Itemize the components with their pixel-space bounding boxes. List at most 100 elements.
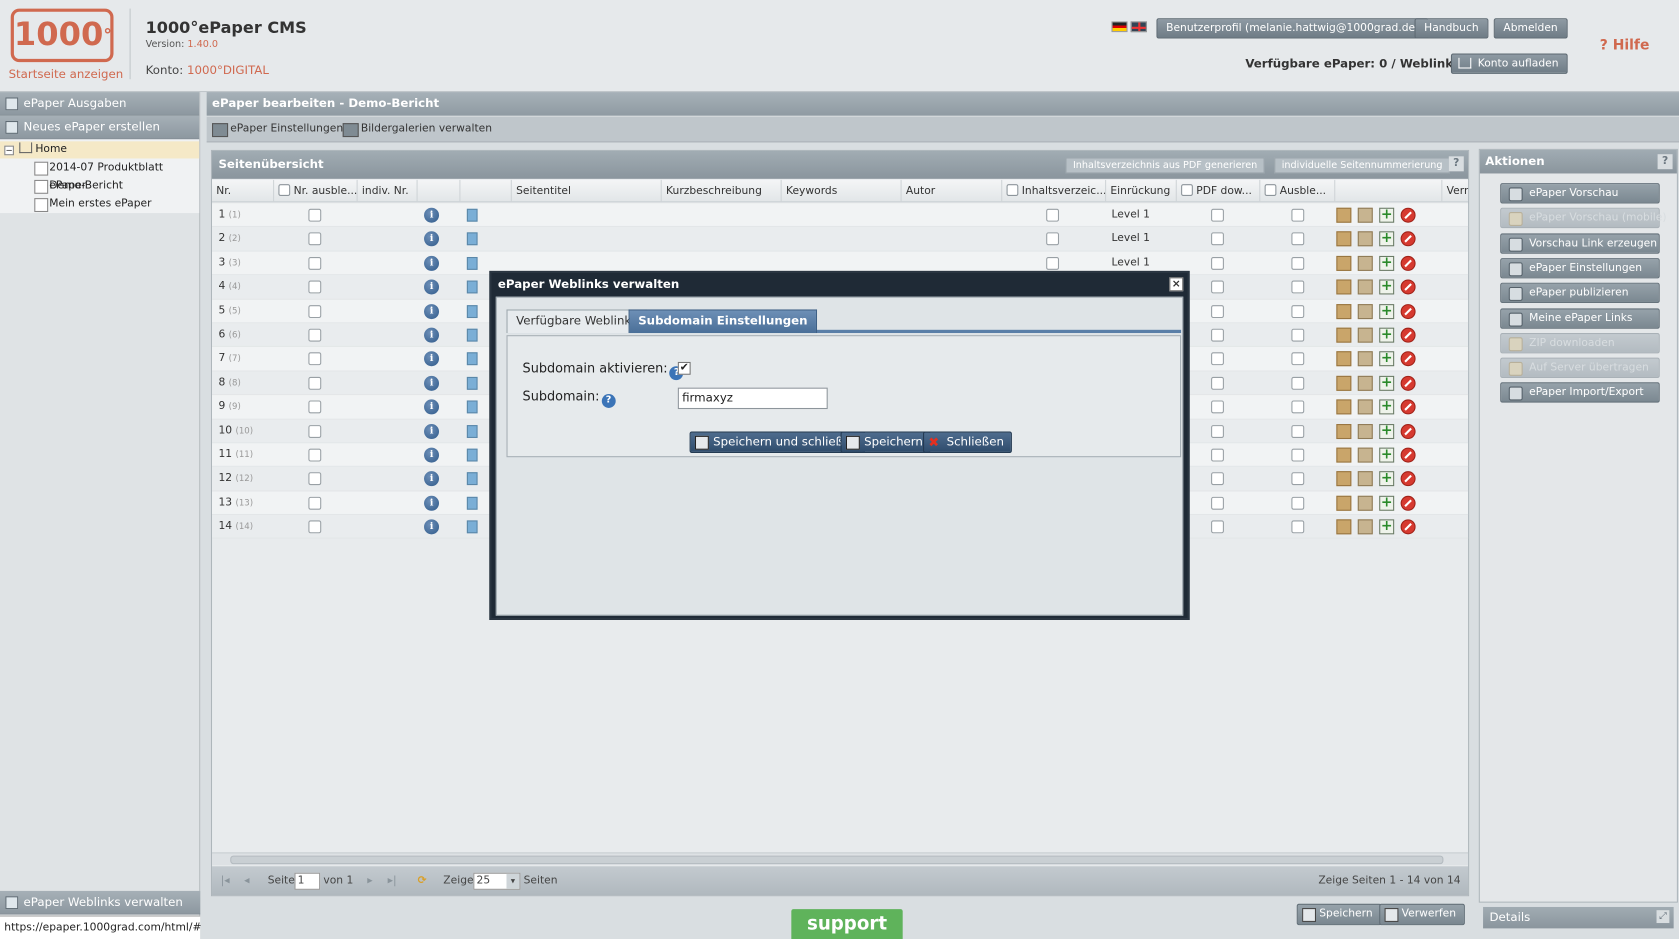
info-icon[interactable]: i <box>424 519 440 535</box>
save-button[interactable]: Speichern <box>1296 903 1382 926</box>
table-row[interactable]: 1 (1) i Level 1 + <box>212 203 1469 228</box>
toc-checkbox[interactable] <box>1046 208 1060 222</box>
delete-page-icon[interactable] <box>1400 255 1416 271</box>
hide-page-checkbox[interactable] <box>1291 376 1305 390</box>
profile-button[interactable]: Benutzerprofil (melanie.hattwig@1000grad… <box>1156 18 1429 39</box>
info-icon[interactable]: i <box>424 447 440 463</box>
chevron-down-icon[interactable]: ▾ <box>506 873 520 889</box>
hide-page-checkbox[interactable] <box>1291 280 1305 294</box>
page-thumbnail[interactable] <box>466 232 478 246</box>
col-pdf-download[interactable]: PDF dow... <box>1177 179 1261 203</box>
indent-level[interactable]: Level 1 <box>1111 203 1149 227</box>
tree-item-mein-erstes[interactable]: Mein erstes ePaper <box>0 195 199 213</box>
col-nr[interactable]: Nr. <box>212 179 275 203</box>
col-kurzbeschreibung[interactable]: Kurzbeschreibung <box>662 179 782 203</box>
start-page-link[interactable]: Startseite anzeigen <box>9 67 124 81</box>
pdf-download-checkbox[interactable] <box>1211 256 1224 270</box>
pdf-download-checkbox[interactable] <box>1211 424 1224 438</box>
toc-generate-button[interactable]: Inhaltsverzeichnis aus PDF generieren <box>1065 157 1265 174</box>
hide-number-checkbox[interactable] <box>308 208 322 222</box>
page-input[interactable]: 1 <box>294 872 321 890</box>
col-hide-checkbox[interactable] <box>1264 184 1277 196</box>
page-thumbnail[interactable] <box>466 352 478 366</box>
handbuch-button[interactable]: Handbuch <box>1414 18 1489 39</box>
add-page-icon[interactable]: + <box>1379 303 1395 319</box>
top-up-button[interactable]: Konto aufladen <box>1450 53 1569 74</box>
logo[interactable]: 1000° <box>10 8 114 63</box>
toc-checkbox[interactable] <box>1046 256 1060 270</box>
page-thumbnail[interactable] <box>466 328 478 342</box>
page-settings-icon[interactable] <box>1357 495 1373 511</box>
pdf-download-checkbox[interactable] <box>1211 280 1224 294</box>
page-thumbnail[interactable] <box>466 520 478 534</box>
info-icon[interactable]: i <box>424 399 440 415</box>
info-icon[interactable]: i <box>424 303 440 319</box>
pdf-download-checkbox[interactable] <box>1211 496 1224 510</box>
col-ausblenden[interactable]: Ausble... <box>1260 179 1336 203</box>
info-icon[interactable]: i <box>424 351 440 367</box>
tool-gallery-manage[interactable]: Bildergalerien verwalten <box>342 123 492 138</box>
page-settings-icon[interactable] <box>1357 399 1373 415</box>
hide-page-checkbox[interactable] <box>1291 496 1305 510</box>
add-page-icon[interactable]: + <box>1379 495 1395 511</box>
page-settings-icon[interactable] <box>1357 375 1373 391</box>
col-einrueckung[interactable]: Einrückung <box>1106 179 1177 203</box>
edit-page-icon[interactable] <box>1336 399 1352 415</box>
col-inhaltsverz[interactable]: Inhaltsverzeic... <box>1002 179 1107 203</box>
page-settings-icon[interactable] <box>1357 423 1373 439</box>
page-thumbnail[interactable] <box>466 280 478 294</box>
hide-number-checkbox[interactable] <box>308 304 322 318</box>
hide-number-checkbox[interactable] <box>308 232 322 246</box>
page-settings-icon[interactable] <box>1357 279 1373 295</box>
hide-number-checkbox[interactable] <box>308 472 322 486</box>
page-thumbnail[interactable] <box>466 400 478 414</box>
hide-number-checkbox[interactable] <box>308 448 322 462</box>
hide-page-checkbox[interactable] <box>1291 352 1305 366</box>
german-flag-icon[interactable] <box>1111 21 1128 33</box>
info-icon[interactable]: i <box>424 471 440 487</box>
delete-page-icon[interactable] <box>1400 351 1416 367</box>
actions-help-icon[interactable]: ? <box>1657 154 1673 170</box>
edit-page-icon[interactable] <box>1336 375 1352 391</box>
next-page-icon[interactable]: ▸ <box>367 875 372 887</box>
add-page-icon[interactable]: + <box>1379 255 1395 271</box>
prev-page-icon[interactable]: ◂ <box>244 875 249 887</box>
action-button-5[interactable]: ePaper publizieren <box>1500 282 1660 304</box>
pdf-download-checkbox[interactable] <box>1211 448 1224 462</box>
hide-page-checkbox[interactable] <box>1291 232 1305 246</box>
hide-page-checkbox[interactable] <box>1291 256 1305 270</box>
close-icon[interactable]: × <box>1169 277 1184 292</box>
page-settings-icon[interactable] <box>1357 303 1373 319</box>
per-page-select[interactable]: 25 ▾ <box>473 872 521 890</box>
pdf-download-checkbox[interactable] <box>1211 352 1224 366</box>
edit-page-icon[interactable] <box>1336 471 1352 487</box>
info-icon[interactable]: i <box>424 255 440 271</box>
edit-page-icon[interactable] <box>1336 303 1352 319</box>
col-indiv-nr[interactable]: indiv. Nr. <box>358 179 418 203</box>
action-button-4[interactable]: ePaper Einstellungen <box>1500 257 1660 279</box>
scrollbar-thumb[interactable] <box>230 855 1444 865</box>
action-button-9[interactable]: ePaper Import/Export <box>1500 382 1660 404</box>
nav-weblinks[interactable]: ePaper Weblinks verwalten <box>0 890 201 915</box>
pdf-download-checkbox[interactable] <box>1211 472 1224 486</box>
hide-page-checkbox[interactable] <box>1291 448 1305 462</box>
add-page-icon[interactable]: + <box>1379 447 1395 463</box>
tool-epaper-settings[interactable]: ePaper Einstellungen <box>212 123 343 138</box>
page-thumbnail[interactable] <box>466 424 478 438</box>
activate-subdomain-checkbox[interactable]: ✔ <box>677 361 691 375</box>
page-settings-icon[interactable] <box>1357 231 1373 247</box>
info-icon[interactable]: i <box>424 327 440 343</box>
english-flag-icon[interactable] <box>1130 21 1147 33</box>
pdf-download-checkbox[interactable] <box>1211 304 1224 318</box>
delete-page-icon[interactable] <box>1400 375 1416 391</box>
tree-item-produktblatt[interactable]: 2014-07 Produktblatt ePaper <box>0 158 199 192</box>
logout-button[interactable]: Abmelden <box>1493 18 1568 39</box>
custom-numbering-button[interactable]: individuelle Seitennummerierung <box>1274 157 1451 174</box>
pdf-download-checkbox[interactable] <box>1211 232 1224 246</box>
delete-page-icon[interactable] <box>1400 423 1416 439</box>
col-autor[interactable]: Autor <box>902 179 1003 203</box>
subdomain-input[interactable]: firmaxyz <box>677 387 828 410</box>
delete-page-icon[interactable] <box>1400 279 1416 295</box>
delete-page-icon[interactable] <box>1400 327 1416 343</box>
info-icon[interactable]: i <box>424 423 440 439</box>
